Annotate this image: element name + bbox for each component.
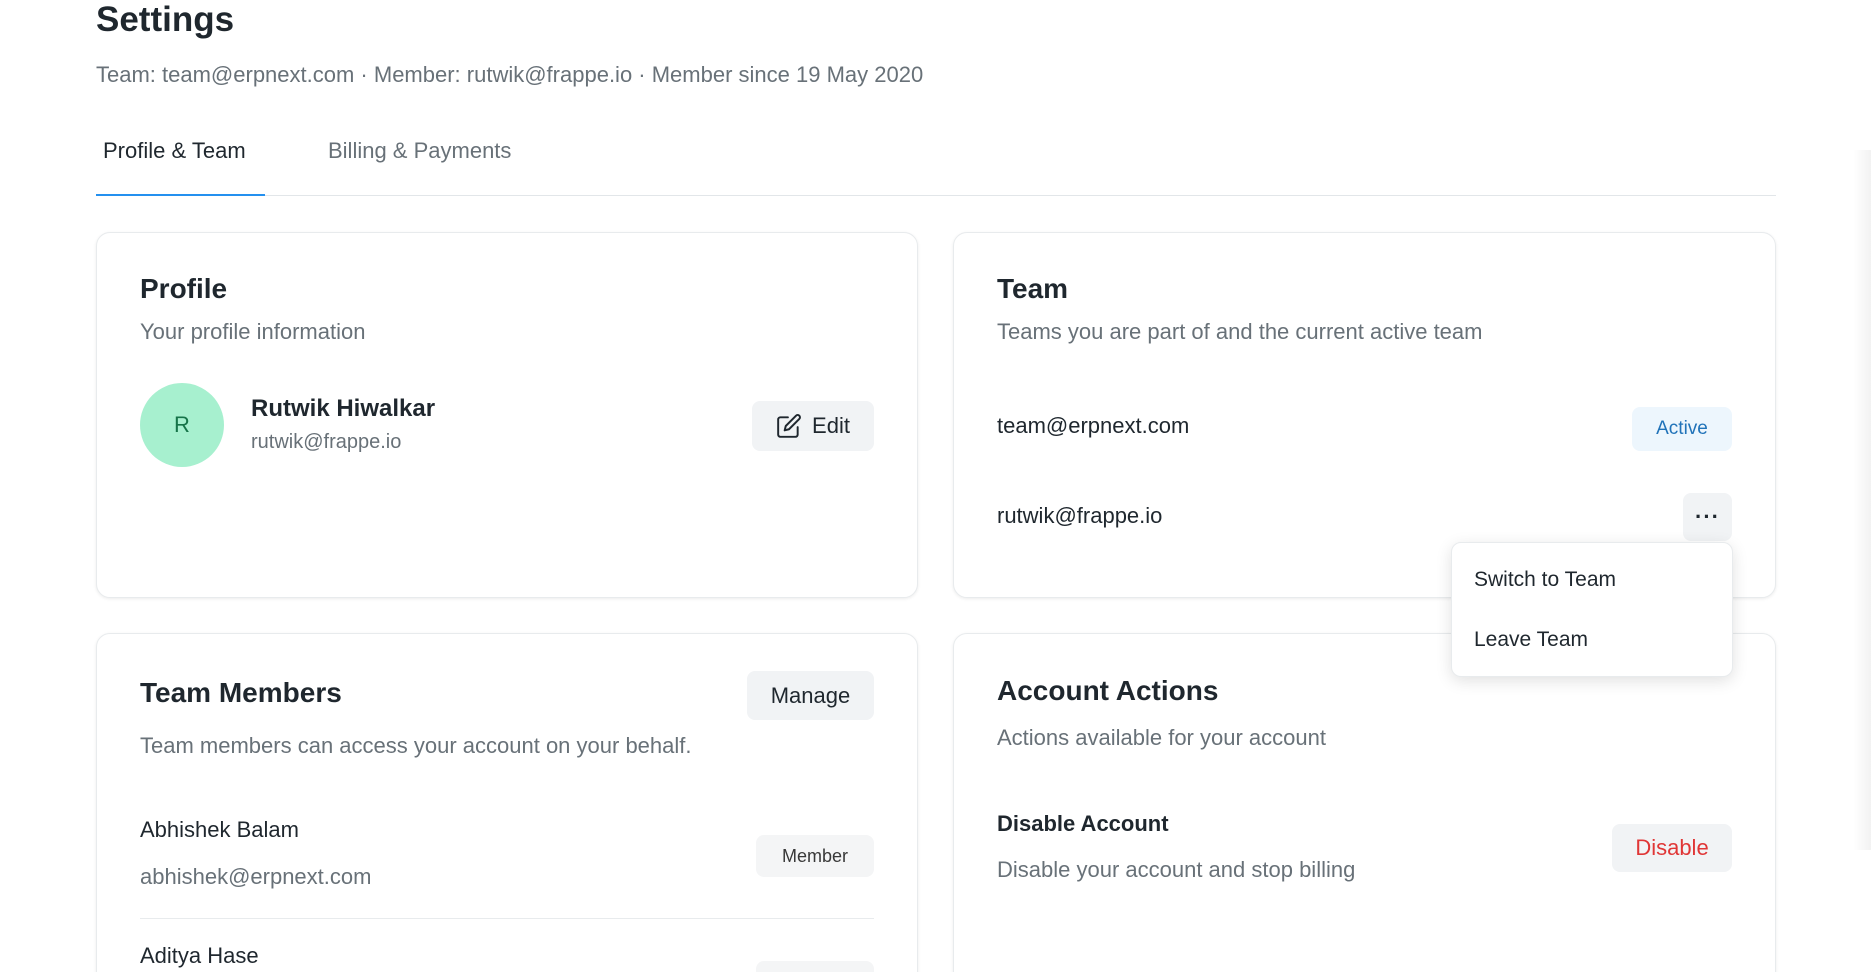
team-members-card: Team Members Manage Team members can acc… xyxy=(96,633,918,972)
status-badge-active: Active xyxy=(1632,407,1732,451)
edit-profile-button[interactable]: Edit xyxy=(752,401,874,451)
manage-members-button[interactable]: Manage xyxy=(747,671,874,720)
menu-item-switch-to-team[interactable]: Switch to Team xyxy=(1452,555,1732,605)
edit-icon xyxy=(777,414,801,438)
team-title: Team xyxy=(997,273,1069,304)
more-options-button[interactable]: ··· xyxy=(1683,493,1732,541)
page-title: Settings xyxy=(96,0,235,39)
disable-account-title: Disable Account xyxy=(997,811,1169,836)
team-description: Teams you are part of and the current ac… xyxy=(997,319,1483,344)
team-item-name: rutwik@frappe.io xyxy=(997,503,1163,528)
member-name: Abhishek Balam xyxy=(140,817,299,842)
more-horizontal-icon: ··· xyxy=(1695,504,1720,529)
account-actions-description: Actions available for your account xyxy=(997,725,1326,750)
team-members-description: Team members can access your account on … xyxy=(140,733,692,758)
team-members-title: Team Members xyxy=(140,677,342,708)
menu-item-leave-team[interactable]: Leave Team xyxy=(1452,615,1732,665)
team-options-dropdown: Switch to Team Leave Team xyxy=(1451,542,1733,677)
profile-description: Your profile information xyxy=(140,319,366,344)
profile-email: rutwik@frappe.io xyxy=(251,431,402,453)
disable-account-description: Disable your account and stop billing xyxy=(997,857,1356,882)
member-name: Aditya Hase xyxy=(140,943,259,968)
member-role-badge xyxy=(756,961,874,972)
settings-page: Settings Team: team@erpnext.com · Member… xyxy=(0,0,1871,972)
account-actions-card: Account Actions Actions available for yo… xyxy=(953,633,1776,972)
member-email: abhishek@erpnext.com xyxy=(140,864,372,889)
tab-billing-payments[interactable]: Billing & Payments xyxy=(321,130,518,196)
profile-name: Rutwik Hiwalkar xyxy=(251,395,436,422)
account-actions-title: Account Actions xyxy=(997,675,1219,706)
divider xyxy=(140,918,874,919)
member-role-badge: Member xyxy=(756,835,874,877)
scroll-shadow xyxy=(1853,150,1871,850)
profile-card: Profile Your profile information R Rutwi… xyxy=(96,232,918,598)
edit-button-label: Edit xyxy=(812,413,850,438)
page-subtitle: Team: team@erpnext.com · Member: rutwik@… xyxy=(96,62,924,87)
profile-title: Profile xyxy=(140,273,228,304)
team-item-name: team@erpnext.com xyxy=(997,413,1190,438)
avatar: R xyxy=(140,383,224,467)
tab-bar: Profile & Team Billing & Payments xyxy=(96,130,1776,196)
tab-profile-team[interactable]: Profile & Team xyxy=(96,130,265,196)
disable-account-button[interactable]: Disable xyxy=(1612,824,1732,872)
